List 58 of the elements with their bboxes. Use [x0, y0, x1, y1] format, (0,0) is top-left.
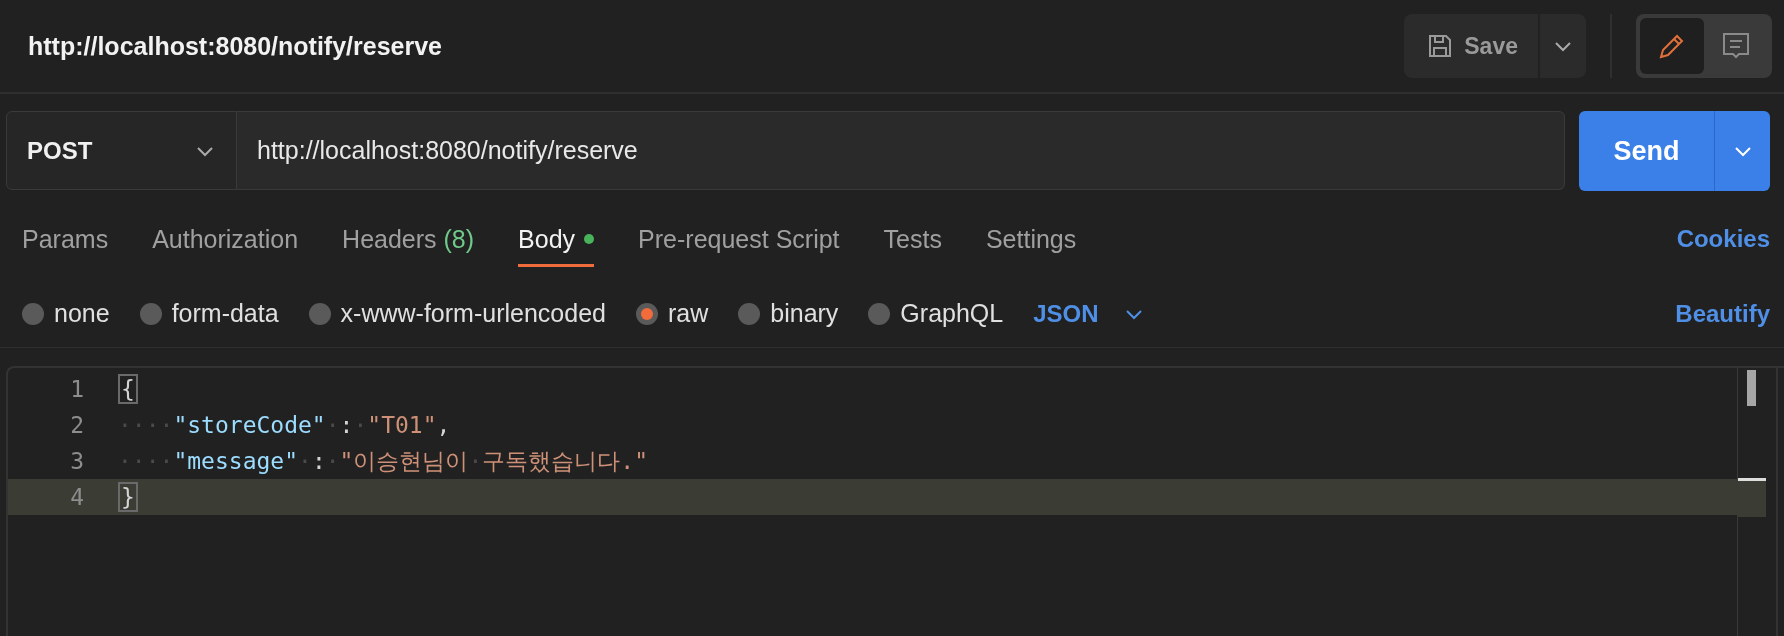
radio-label: binary — [770, 299, 839, 328]
request-title: http://localhost:8080/notify/reserve — [28, 31, 442, 61]
body-type-radio[interactable]: raw — [635, 299, 709, 328]
whitespace-marker: · — [298, 448, 312, 474]
body-type-radio[interactable]: GraphQL — [868, 299, 1004, 328]
request-tab[interactable]: Pre-request Script — [638, 211, 840, 267]
radio-label: GraphQL — [900, 299, 1004, 328]
request-tab[interactable]: Tests — [883, 211, 942, 267]
send-options-button[interactable] — [1714, 111, 1770, 191]
save-options-button[interactable] — [1540, 14, 1586, 78]
edit-mode-button[interactable] — [1640, 18, 1704, 74]
json-key: "message" — [173, 448, 298, 474]
json-string: "T01" — [367, 412, 437, 438]
json-punctuation: , — [436, 412, 451, 438]
body-type-radio[interactable]: none — [22, 299, 110, 328]
json-key: "storeCode" — [173, 412, 326, 438]
whitespace-marker: · — [325, 448, 340, 474]
save-button[interactable]: Save — [1404, 14, 1538, 78]
matched-brace: { — [118, 374, 138, 404]
whitespace-marker: · — [325, 412, 340, 438]
line-number: 4 — [69, 484, 84, 510]
radio-label: none — [54, 299, 110, 328]
beautify-link[interactable]: Beautify — [1675, 299, 1770, 328]
cursor-marker — [1738, 478, 1766, 517]
chevron-down-icon — [1124, 307, 1143, 320]
body-type-radio[interactable]: binary — [738, 299, 839, 328]
request-tab[interactable]: Params — [22, 211, 109, 267]
body-type-radio[interactable]: form-data — [139, 299, 279, 328]
send-button[interactable]: Send — [1579, 111, 1714, 191]
whitespace-marker: · — [468, 448, 483, 474]
format-dropdown[interactable]: JSON — [1033, 299, 1143, 328]
matched-brace: } — [118, 482, 138, 512]
code-editor[interactable]: 1 { 2 ····"storeCode"·:·"T01", 3 ····"message"·:·"이승현님이·구독했습니다." 4 } — [6, 366, 1784, 636]
url-field[interactable]: http://localhost:8080/notify/reserve — [237, 111, 1565, 190]
radio-label: raw — [667, 299, 709, 328]
comment-icon — [1721, 31, 1751, 61]
request-tab[interactable]: Authorization — [152, 211, 299, 267]
request-tab[interactable]: Headers (8) — [342, 211, 475, 267]
json-punctuation: : — [311, 448, 326, 474]
method-dropdown[interactable]: POST — [6, 111, 237, 190]
caret-icon — [1554, 40, 1572, 52]
tab-count: (8) — [443, 224, 475, 254]
scrollbar-thumb[interactable] — [1747, 370, 1756, 406]
json-string: "이승현님이 — [339, 446, 469, 476]
radio-label: form-data — [171, 299, 279, 328]
cookies-link[interactable]: Cookies — [1676, 225, 1770, 253]
json-punctuation: : — [339, 412, 354, 438]
chevron-down-icon — [196, 144, 214, 157]
line-number: 3 — [69, 448, 84, 474]
request-tab[interactable]: Settings — [985, 211, 1077, 267]
chevron-down-icon — [1733, 145, 1752, 157]
line-number: 1 — [69, 376, 84, 402]
whitespace-marker: ···· — [118, 448, 174, 474]
whitespace-marker: ···· — [118, 412, 174, 438]
line-number: 2 — [69, 412, 84, 438]
json-string: 구독했습니다." — [482, 446, 648, 476]
whitespace-marker: · — [353, 412, 368, 438]
request-tab[interactable]: Body — [518, 211, 595, 267]
